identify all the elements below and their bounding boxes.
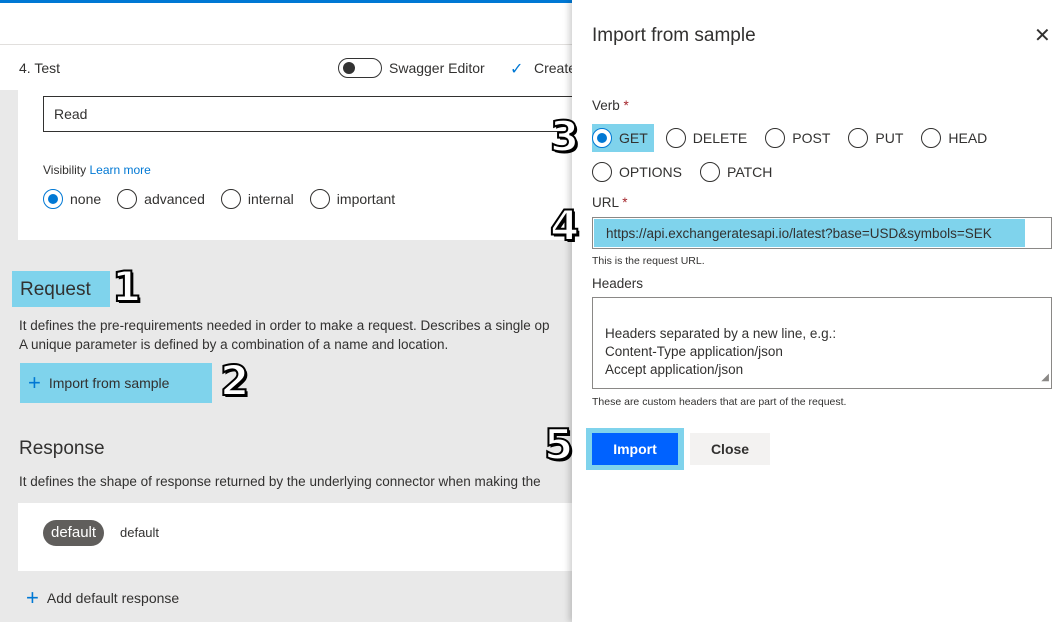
verb-label: PATCH: [727, 164, 773, 180]
verb-row-2: OPTIONS PATCH: [592, 158, 790, 186]
visibility-option-none[interactable]: none: [43, 189, 101, 209]
check-icon: ✓: [510, 61, 524, 78]
verb-option-patch[interactable]: PATCH: [700, 158, 772, 186]
toolbar: 4. Test Swagger Editor ✓ Create: [0, 44, 576, 90]
import-from-sample-button[interactable]: + Import from sample: [20, 363, 212, 403]
radio[interactable]: [765, 128, 786, 148]
radio[interactable]: [848, 128, 869, 148]
required-mark: *: [623, 98, 629, 113]
visibility-label: Visibility: [43, 163, 87, 177]
summary-input[interactable]: Read: [43, 96, 572, 132]
verb-label: PUT: [875, 130, 904, 146]
import-button[interactable]: Import: [592, 433, 678, 465]
verb-label: HEAD: [948, 130, 988, 146]
import-from-sample-label: Import from sample: [48, 375, 170, 391]
response-name: default: [120, 525, 160, 540]
swagger-label: Swagger Editor: [389, 60, 485, 76]
visibility-option-important[interactable]: important: [309, 189, 396, 209]
step-marker-2: 2: [219, 356, 250, 405]
option-label: advanced: [144, 191, 205, 207]
add-default-response-label: Add default response: [46, 590, 180, 606]
create-connector-button[interactable]: Create: [534, 60, 576, 76]
radio[interactable]: [665, 128, 686, 148]
verb-option-delete[interactable]: DELETE: [665, 124, 748, 152]
close-button[interactable]: Close: [690, 433, 770, 465]
headers-placeholder: Headers separated by a new line, e.g.: C…: [605, 326, 837, 377]
headers-textarea[interactable]: Headers separated by a new line, e.g.: C…: [592, 297, 1052, 389]
required-mark: *: [622, 195, 628, 210]
verb-option-head[interactable]: HEAD: [921, 124, 987, 152]
verb-option-get[interactable]: GET: [592, 124, 654, 152]
editor-area: Read Visibility Learn more none advanced…: [0, 90, 572, 622]
add-default-response-button[interactable]: + Add default response: [26, 585, 180, 610]
option-label: none: [70, 191, 102, 207]
learn-more-link[interactable]: Learn more: [89, 163, 150, 177]
request-description: It defines the pre-requirements needed i…: [19, 316, 572, 354]
response-description: It defines the shape of response returne…: [19, 474, 541, 489]
verb-label-text: Verb: [592, 98, 620, 113]
response-badge[interactable]: default: [43, 520, 105, 546]
headers-label: Headers: [592, 276, 644, 291]
visibility-options: none advanced internal important: [43, 189, 411, 209]
radio-selected[interactable]: [43, 189, 63, 209]
verb-option-options[interactable]: OPTIONS: [592, 158, 682, 186]
radio[interactable]: [220, 189, 241, 209]
step-marker-5: 5: [543, 420, 574, 469]
url-hint: This is the request URL.: [592, 255, 705, 267]
radio[interactable]: [700, 162, 721, 182]
request-description-line1: It defines the pre-requirements needed i…: [19, 318, 550, 333]
url-input[interactable]: https://api.exchangeratesapi.io/latest?b…: [592, 217, 1052, 249]
import-panel: Import from sample ✕ Verb * 3 GET DELETE…: [543, 0, 1058, 622]
response-heading: Response: [19, 438, 105, 459]
verb-label: Verb *: [592, 98, 629, 113]
general-card: Read Visibility Learn more none advanced…: [18, 90, 572, 240]
headers-hint: These are custom headers that are part o…: [592, 396, 847, 408]
plus-icon: +: [28, 370, 41, 395]
option-label: important: [336, 191, 396, 207]
visibility-option-internal[interactable]: internal: [220, 189, 294, 209]
response-card[interactable]: default default: [18, 503, 572, 571]
url-label: URL *: [592, 195, 628, 210]
verb-label: DELETE: [692, 130, 748, 146]
radio[interactable]: [592, 162, 612, 182]
visibility-row: Visibility Learn more: [43, 163, 151, 177]
verb-option-post[interactable]: POST: [765, 124, 830, 152]
close-icon[interactable]: ✕: [1034, 23, 1051, 48]
request-heading: Request: [12, 271, 110, 307]
step-label: 4. Test: [19, 60, 60, 76]
plus-icon: +: [26, 585, 39, 610]
visibility-option-advanced[interactable]: advanced: [117, 189, 205, 209]
url-label-text: URL: [592, 195, 619, 210]
step-marker-1: 1: [111, 262, 142, 311]
step-marker-3: 3: [549, 112, 580, 161]
verb-label: GET: [619, 130, 648, 146]
swagger-toggle[interactable]: [338, 58, 382, 78]
verb-label: OPTIONS: [619, 164, 683, 180]
verb-label: POST: [792, 130, 831, 146]
verb-row-1: GET DELETE POST PUT HEAD: [592, 124, 1005, 152]
radio[interactable]: [921, 128, 942, 148]
verb-option-put[interactable]: PUT: [848, 124, 903, 152]
panel-title: Import from sample: [592, 25, 756, 46]
toggle-knob: [343, 62, 355, 74]
radio-selected[interactable]: [592, 128, 612, 148]
option-label: internal: [247, 191, 294, 207]
radio[interactable]: [117, 189, 138, 209]
step-marker-4: 4: [549, 201, 580, 250]
resize-icon[interactable]: ◢: [1041, 369, 1049, 387]
url-value: https://api.exchangeratesapi.io/latest?b…: [594, 219, 1025, 247]
radio[interactable]: [309, 189, 330, 209]
request-description-line2: A unique parameter is defined by a combi…: [19, 337, 449, 352]
